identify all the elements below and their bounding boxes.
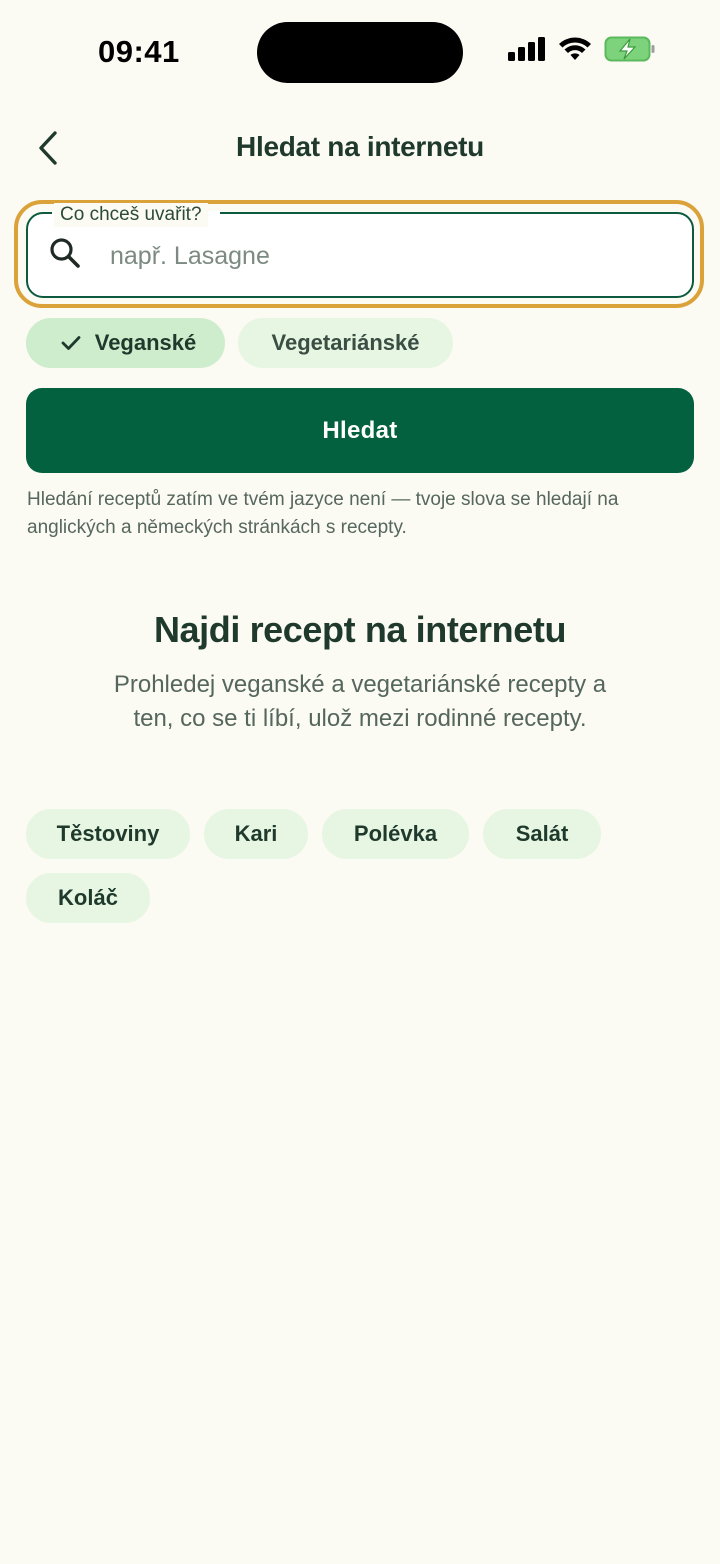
wifi-icon: [559, 37, 591, 60]
filter-chip-vegan[interactable]: Veganské: [26, 318, 225, 368]
suggestion-chip-kolac[interactable]: Koláč: [26, 873, 150, 923]
empty-state-description: Prohledej veganské a vegetariánské recep…: [113, 671, 607, 732]
status-icons: [508, 36, 656, 62]
filter-chip-label: Vegetariánské: [271, 330, 420, 355]
suggestion-chip-testoviny[interactable]: Těstoviny: [26, 809, 190, 859]
dynamic-island: [257, 22, 463, 83]
search-input[interactable]: [110, 236, 670, 276]
check-icon: [61, 336, 81, 350]
language-hint: Hledání receptů zatím ve tvém jazyce nen…: [27, 489, 619, 538]
filter-chip-label: Veganské: [94, 330, 197, 355]
signal-icon: [508, 37, 545, 61]
battery-charging-icon: [604, 36, 655, 62]
search-button[interactable]: Hledat: [26, 388, 694, 473]
suggestion-chip-polevka[interactable]: Polévka: [322, 809, 469, 859]
suggestion-chip-salat[interactable]: Salát: [483, 809, 601, 859]
page-title: Hledat na internetu: [236, 131, 484, 162]
status-time: 09:41: [98, 34, 180, 69]
search-field-label: Co chceš uvařit?: [54, 203, 208, 227]
filter-chip-vegetarian[interactable]: Vegetariánské: [238, 318, 453, 368]
search-icon: [48, 236, 82, 275]
empty-state-title: Najdi recept na internetu: [153, 609, 567, 650]
suggestion-chip-kari[interactable]: Kari: [204, 809, 308, 859]
